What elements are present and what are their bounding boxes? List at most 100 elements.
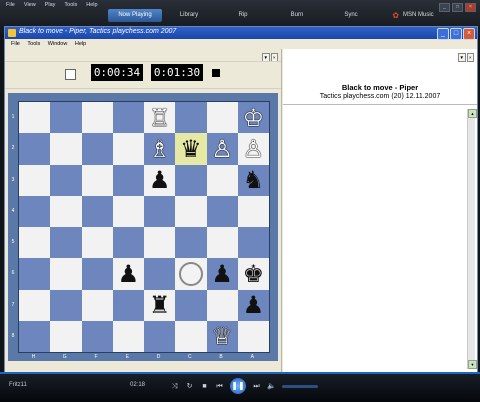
chess-piece[interactable]: ♟ — [211, 262, 233, 286]
chess-piece[interactable]: ♟ — [149, 168, 171, 192]
board-square[interactable]: ♟ — [206, 258, 238, 290]
board-square[interactable]: ♟ — [144, 164, 176, 196]
player-menu-file[interactable]: File — [6, 2, 15, 8]
menu-file[interactable]: File — [11, 41, 20, 47]
scroll-up-icon[interactable]: ▲ — [468, 109, 477, 118]
chess-piece[interactable]: ♜ — [149, 293, 171, 317]
board-square[interactable] — [175, 227, 207, 259]
board-square[interactable]: ♖ — [144, 102, 176, 134]
board-square[interactable] — [19, 164, 51, 196]
board-square[interactable] — [81, 227, 113, 259]
board-square[interactable] — [144, 227, 176, 259]
board-square[interactable] — [206, 102, 238, 134]
board-square[interactable] — [81, 289, 113, 321]
board-square[interactable] — [19, 320, 51, 352]
tab-msn-music[interactable]: ✿ MSN Music — [378, 9, 448, 22]
board-square[interactable] — [19, 289, 51, 321]
player-menu-tools[interactable]: Tools — [64, 2, 77, 8]
notation-scrollbar[interactable]: ▲ ▼ — [467, 109, 477, 369]
board-square[interactable] — [144, 258, 176, 290]
board-square[interactable] — [50, 102, 82, 134]
board-square[interactable]: ♞ — [237, 164, 269, 196]
board-square[interactable] — [175, 164, 207, 196]
board-square[interactable] — [19, 227, 51, 259]
board-square[interactable] — [237, 227, 269, 259]
board-square[interactable] — [206, 227, 238, 259]
board-square[interactable] — [112, 320, 144, 352]
board-square[interactable]: ♚ — [237, 258, 269, 290]
board-square[interactable] — [112, 195, 144, 227]
notation-dropdown-icon[interactable]: ▼ — [458, 53, 466, 62]
board-square[interactable] — [50, 227, 82, 259]
board-square[interactable] — [206, 289, 238, 321]
board-square[interactable]: ♙ — [237, 133, 269, 165]
board-square[interactable] — [19, 258, 51, 290]
board-square[interactable] — [81, 164, 113, 196]
scroll-down-icon[interactable]: ▼ — [468, 360, 477, 369]
notation-close-icon[interactable]: × — [466, 53, 474, 62]
board-square[interactable] — [112, 102, 144, 134]
board-square[interactable] — [50, 133, 82, 165]
board-square[interactable]: ♕ — [206, 320, 238, 352]
board-square[interactable] — [50, 195, 82, 227]
mute-icon[interactable]: 🔈 — [267, 382, 276, 391]
board-square[interactable]: ♙ — [206, 133, 238, 165]
previous-icon[interactable]: ⏮ — [215, 382, 224, 391]
board-square[interactable] — [112, 164, 144, 196]
chess-piece[interactable]: ♔ — [243, 106, 265, 130]
board-square[interactable] — [175, 258, 207, 290]
board-square[interactable]: ♜ — [144, 289, 176, 321]
board-square[interactable] — [144, 320, 176, 352]
board-square[interactable] — [19, 195, 51, 227]
menu-tools[interactable]: Tools — [27, 41, 40, 47]
player-menu-view[interactable]: View — [24, 2, 36, 8]
board-square[interactable] — [81, 133, 113, 165]
play-pause-button[interactable]: ❚❚ — [230, 378, 246, 394]
chess-piece[interactable]: ♖ — [149, 106, 171, 130]
board-square[interactable] — [81, 195, 113, 227]
board-square[interactable]: ♔ — [237, 102, 269, 134]
menu-window[interactable]: Window — [48, 41, 68, 47]
board-square[interactable] — [237, 320, 269, 352]
seek-bar[interactable] — [0, 372, 480, 374]
board-square[interactable] — [112, 133, 144, 165]
board-square[interactable] — [81, 258, 113, 290]
board-square[interactable] — [175, 195, 207, 227]
board-square[interactable] — [112, 227, 144, 259]
board-square[interactable] — [206, 195, 238, 227]
player-close-button[interactable]: × — [465, 3, 476, 12]
board-square[interactable] — [81, 320, 113, 352]
stop-icon[interactable]: ■ — [200, 382, 209, 391]
board-square[interactable] — [237, 195, 269, 227]
tab-burn[interactable]: Burn — [270, 9, 324, 22]
chessboard[interactable]: ♖ ♔ ♗ ♛ ♙ ♙ ♟ ♞ ♟ ♟ ♚ ♜ ♟ ♕ — [18, 101, 270, 353]
board-square[interactable]: ♛ — [175, 133, 207, 165]
board-square[interactable] — [81, 102, 113, 134]
shuffle-icon[interactable]: ⤨ — [170, 382, 179, 391]
board-square[interactable] — [112, 289, 144, 321]
board-square[interactable] — [144, 195, 176, 227]
menu-help[interactable]: Help — [75, 41, 86, 47]
player-minimize-button[interactable]: _ — [439, 3, 450, 12]
board-square[interactable] — [50, 258, 82, 290]
board-square[interactable] — [50, 289, 82, 321]
player-menu-help[interactable]: Help — [86, 2, 97, 8]
board-square[interactable] — [175, 102, 207, 134]
board-square[interactable]: ♗ — [144, 133, 176, 165]
repeat-icon[interactable]: ↻ — [185, 382, 194, 391]
player-maximize-button[interactable]: □ — [452, 3, 463, 12]
chess-piece[interactable]: ♗ — [149, 137, 171, 161]
chess-piece[interactable]: ♞ — [243, 168, 265, 192]
board-square[interactable] — [19, 102, 51, 134]
player-menu-play[interactable]: Play — [45, 2, 56, 8]
board-square[interactable] — [175, 289, 207, 321]
chess-piece[interactable]: ♟ — [243, 293, 265, 317]
tab-library[interactable]: Library — [162, 9, 216, 22]
volume-slider[interactable] — [282, 384, 318, 388]
tab-rip[interactable]: Rip — [216, 9, 270, 22]
tab-sync[interactable]: Sync — [324, 9, 378, 22]
board-square[interactable] — [175, 320, 207, 352]
board-square[interactable] — [19, 133, 51, 165]
chess-piece[interactable]: ♛ — [180, 137, 202, 161]
chess-piece[interactable]: ♚ — [243, 262, 265, 286]
